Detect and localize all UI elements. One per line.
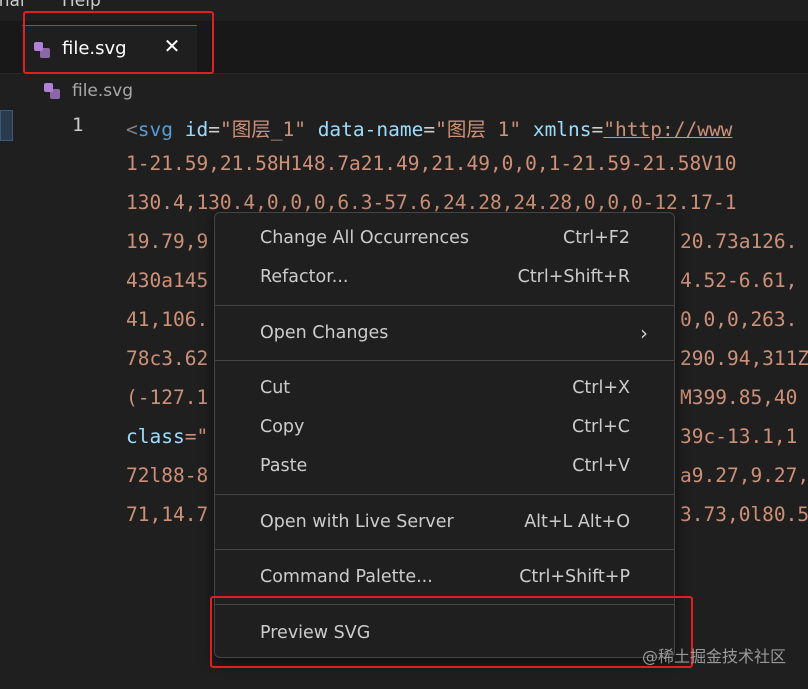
tab-label: file.svg: [62, 38, 127, 59]
code-token-attr: class: [126, 425, 185, 448]
code-line-wrap: (-127.1: [126, 386, 209, 409]
menu-item-open-changes[interactable]: Open Changes ›: [215, 317, 674, 350]
menu-separator: [215, 549, 674, 550]
code-token-bracket: <: [126, 118, 138, 141]
code-token-eq: =: [591, 118, 604, 141]
code-line-class: class=": [126, 425, 208, 448]
menu-item-open-with-live-server[interactable]: Open with Live Server Alt+L Alt+O: [215, 506, 674, 539]
menu-help[interactable]: Help: [62, 0, 101, 11]
tab-bar: file.svg ✕: [0, 21, 808, 74]
code-line-fragment: 0,0,0,263.: [680, 308, 798, 331]
tab-file-svg[interactable]: file.svg ✕: [22, 25, 197, 74]
menu-item-preview-svg[interactable]: Preview SVG: [215, 617, 674, 650]
menu-item-paste[interactable]: Paste Ctrl+V: [215, 450, 674, 483]
code-line-wrap: 78c3.62: [126, 347, 209, 370]
code-line-wrap: 41,106.: [126, 308, 209, 331]
code-line-wrap: 72l88-8: [126, 464, 209, 487]
line-number: 1: [72, 114, 84, 136]
code-token-tag: svg: [137, 118, 173, 141]
context-menu: Change All Occurrences Ctrl+F2 Refactor.…: [214, 212, 675, 658]
code-token-string: =": [184, 425, 209, 448]
code-token-attr: id: [184, 118, 209, 141]
code-line-wrap: 1-21.59,21.58H148.7a21.49,21.49,0,0,1-21…: [126, 152, 737, 175]
menu-item-shortcut: Alt+L Alt+O: [524, 512, 630, 532]
code-token-string: "图层 1": [435, 118, 522, 141]
menu-item-copy[interactable]: Copy Ctrl+C: [215, 411, 674, 444]
code-token-url[interactable]: "http://www: [603, 118, 732, 141]
menu-item-shortcut: Ctrl+Shift+P: [519, 567, 630, 587]
code-line-fragment: 20.73a126.: [680, 230, 798, 253]
code-line-fragment: M399.85,40: [680, 386, 798, 409]
menubar: inal Help: [0, 0, 808, 22]
menu-item-shortcut: Ctrl+X: [572, 378, 630, 398]
menu-item-shortcut: Ctrl+V: [572, 456, 630, 476]
menu-item-label: Open Changes: [260, 323, 389, 343]
code-line-1: <svg id="图层_1" data-name="图层 1" xmlns="h…: [126, 113, 732, 142]
close-icon[interactable]: ✕: [160, 34, 184, 58]
code-line-wrap: 19.79,9: [126, 230, 209, 253]
code-line-fragment: 39c-13.1,1: [680, 425, 798, 448]
code-token-eq: =: [423, 118, 436, 141]
menu-separator: [215, 305, 674, 306]
svg-file-icon: [34, 42, 51, 59]
code-line-fragment: a9.27,9.27,: [680, 464, 808, 487]
menu-item-label: Change All Occurrences: [260, 228, 469, 248]
breadcrumb-item-file[interactable]: file.svg: [72, 81, 133, 101]
menu-item-label: Copy: [260, 417, 305, 437]
menu-separator: [215, 360, 674, 361]
menu-separator: [215, 604, 674, 605]
gutter-indicator: [0, 110, 13, 141]
menu-item-label: Open with Live Server: [260, 512, 454, 532]
menu-item-shortcut: Ctrl+C: [571, 417, 630, 437]
menu-item-command-palette[interactable]: Command Palette... Ctrl+Shift+P: [215, 561, 674, 594]
chevron-right-icon: ›: [640, 321, 648, 345]
watermark: @稀土掘金技术社区: [641, 647, 786, 666]
code-line-wrap: 430a145: [126, 269, 209, 292]
code-token-attr: data-name: [317, 118, 424, 141]
menu-item-label: Preview SVG: [260, 623, 371, 643]
menu-item-shortcut: Ctrl+F2: [562, 228, 630, 248]
menu-item-label: Refactor...: [260, 267, 349, 287]
menu-item-label: Command Palette...: [260, 567, 433, 587]
code-line-fragment: 4.52-6.61,: [680, 269, 798, 292]
code-token-eq: =: [208, 118, 220, 141]
code-line-wrap: 130.4,130.4,0,0,0,6.3-57.6,24.28,24.28,0…: [126, 191, 737, 214]
menu-item-cut[interactable]: Cut Ctrl+X: [215, 372, 674, 405]
menu-item-refactor[interactable]: Refactor... Ctrl+Shift+R: [215, 261, 674, 294]
code-line-fragment: 3.73,0l80.5: [680, 503, 808, 526]
code-line-wrap: 71,14.7: [126, 503, 209, 526]
menu-item-label: Paste: [260, 456, 308, 476]
code-token-string: "图层_1": [219, 118, 306, 141]
menu-item-change-all-occurrences[interactable]: Change All Occurrences Ctrl+F2: [215, 222, 674, 255]
menu-item-shortcut: Ctrl+Shift+R: [517, 267, 630, 287]
svg-file-icon: [44, 83, 61, 100]
code-line-fragment: 290.94,311Z: [680, 347, 808, 370]
menu-item-label: Cut: [260, 378, 291, 398]
code-token-attr: xmlns: [532, 118, 592, 141]
breadcrumb: file.svg: [0, 74, 808, 108]
menu-separator: [215, 494, 674, 495]
menu-terminal[interactable]: inal: [0, 0, 25, 11]
